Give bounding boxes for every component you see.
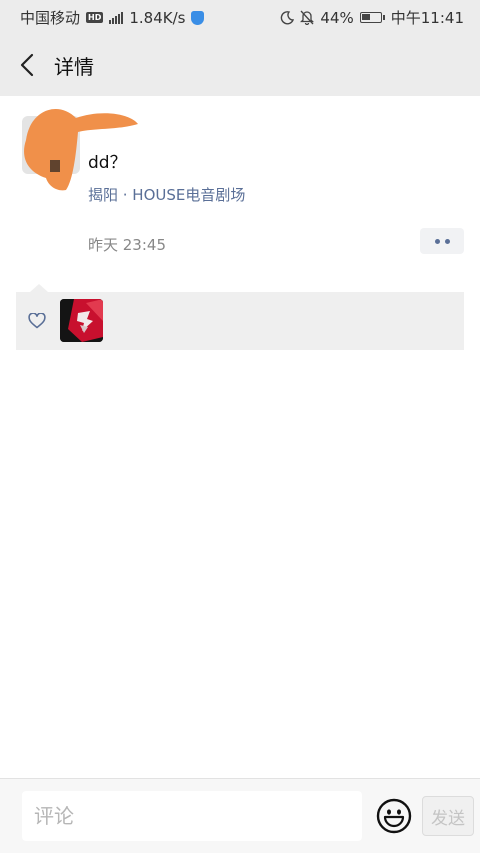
hd-icon: HD — [86, 12, 104, 23]
emoji-icon — [376, 798, 412, 834]
heart-outline-icon — [28, 313, 46, 329]
battery-percent: 44% — [320, 8, 354, 27]
battery-icon — [359, 12, 385, 23]
liker-avatar[interactable] — [60, 299, 103, 342]
comment-bar: 发送 — [0, 778, 480, 853]
likes-panel — [16, 292, 464, 350]
moon-icon — [281, 10, 295, 24]
more-dots-icon — [434, 238, 440, 244]
post-timestamp: 昨天 23:45 — [88, 236, 166, 254]
emoji-button[interactable] — [376, 798, 412, 834]
status-bar: 中国移动 HD 1.84K/s 44% 中午11:41 — [0, 0, 480, 34]
status-left: 中国移动 HD 1.84K/s — [20, 7, 205, 28]
header: 详情 — [0, 34, 480, 96]
signal-icon — [109, 11, 124, 24]
carrier-name: 中国移动 — [20, 9, 81, 27]
comment-input[interactable] — [22, 791, 362, 841]
back-button[interactable] — [10, 47, 44, 83]
net-speed: 1.84K/s — [129, 8, 186, 27]
post-location[interactable]: 揭阳 · HOUSE电音剧场 — [88, 184, 245, 205]
post-content: dd？ — [88, 153, 127, 173]
more-actions-button[interactable] — [420, 228, 464, 254]
liker-avatar-image — [60, 299, 103, 342]
clock: 中午11:41 — [390, 9, 464, 27]
page-title: 详情 — [54, 55, 94, 79]
send-button[interactable]: 发送 — [422, 796, 474, 836]
chevron-left-icon — [20, 53, 34, 77]
shield-icon — [191, 10, 205, 25]
bell-off-icon — [300, 10, 315, 25]
status-right: 44% 中午11:41 — [280, 7, 464, 28]
likes-pointer — [30, 284, 48, 292]
